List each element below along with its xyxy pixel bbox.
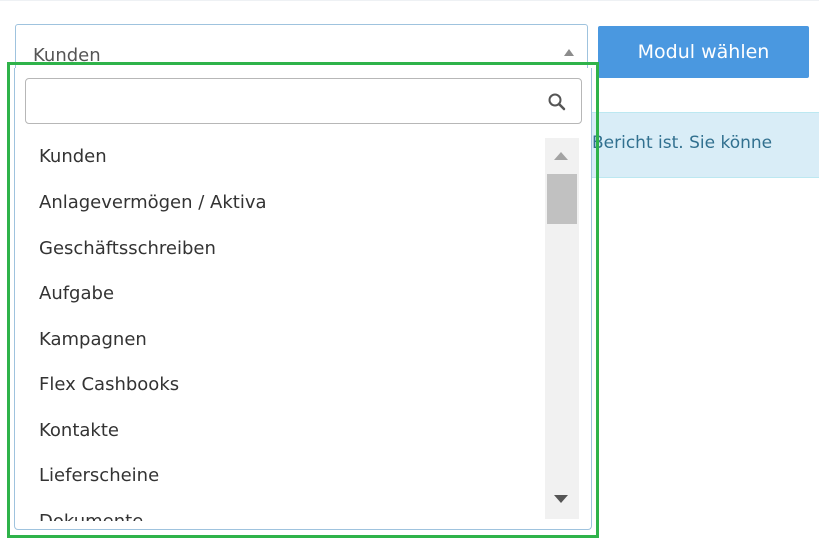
info-alert: Bericht ist. Sie könne [590, 112, 819, 178]
info-alert-text: Bericht ist. Sie könne [592, 133, 773, 153]
choose-module-button[interactable]: Modul wählen [598, 26, 809, 78]
top-divider [0, 0, 819, 1]
caret-up-icon[interactable] [564, 49, 574, 56]
dropdown-highlight-frame [7, 62, 599, 538]
